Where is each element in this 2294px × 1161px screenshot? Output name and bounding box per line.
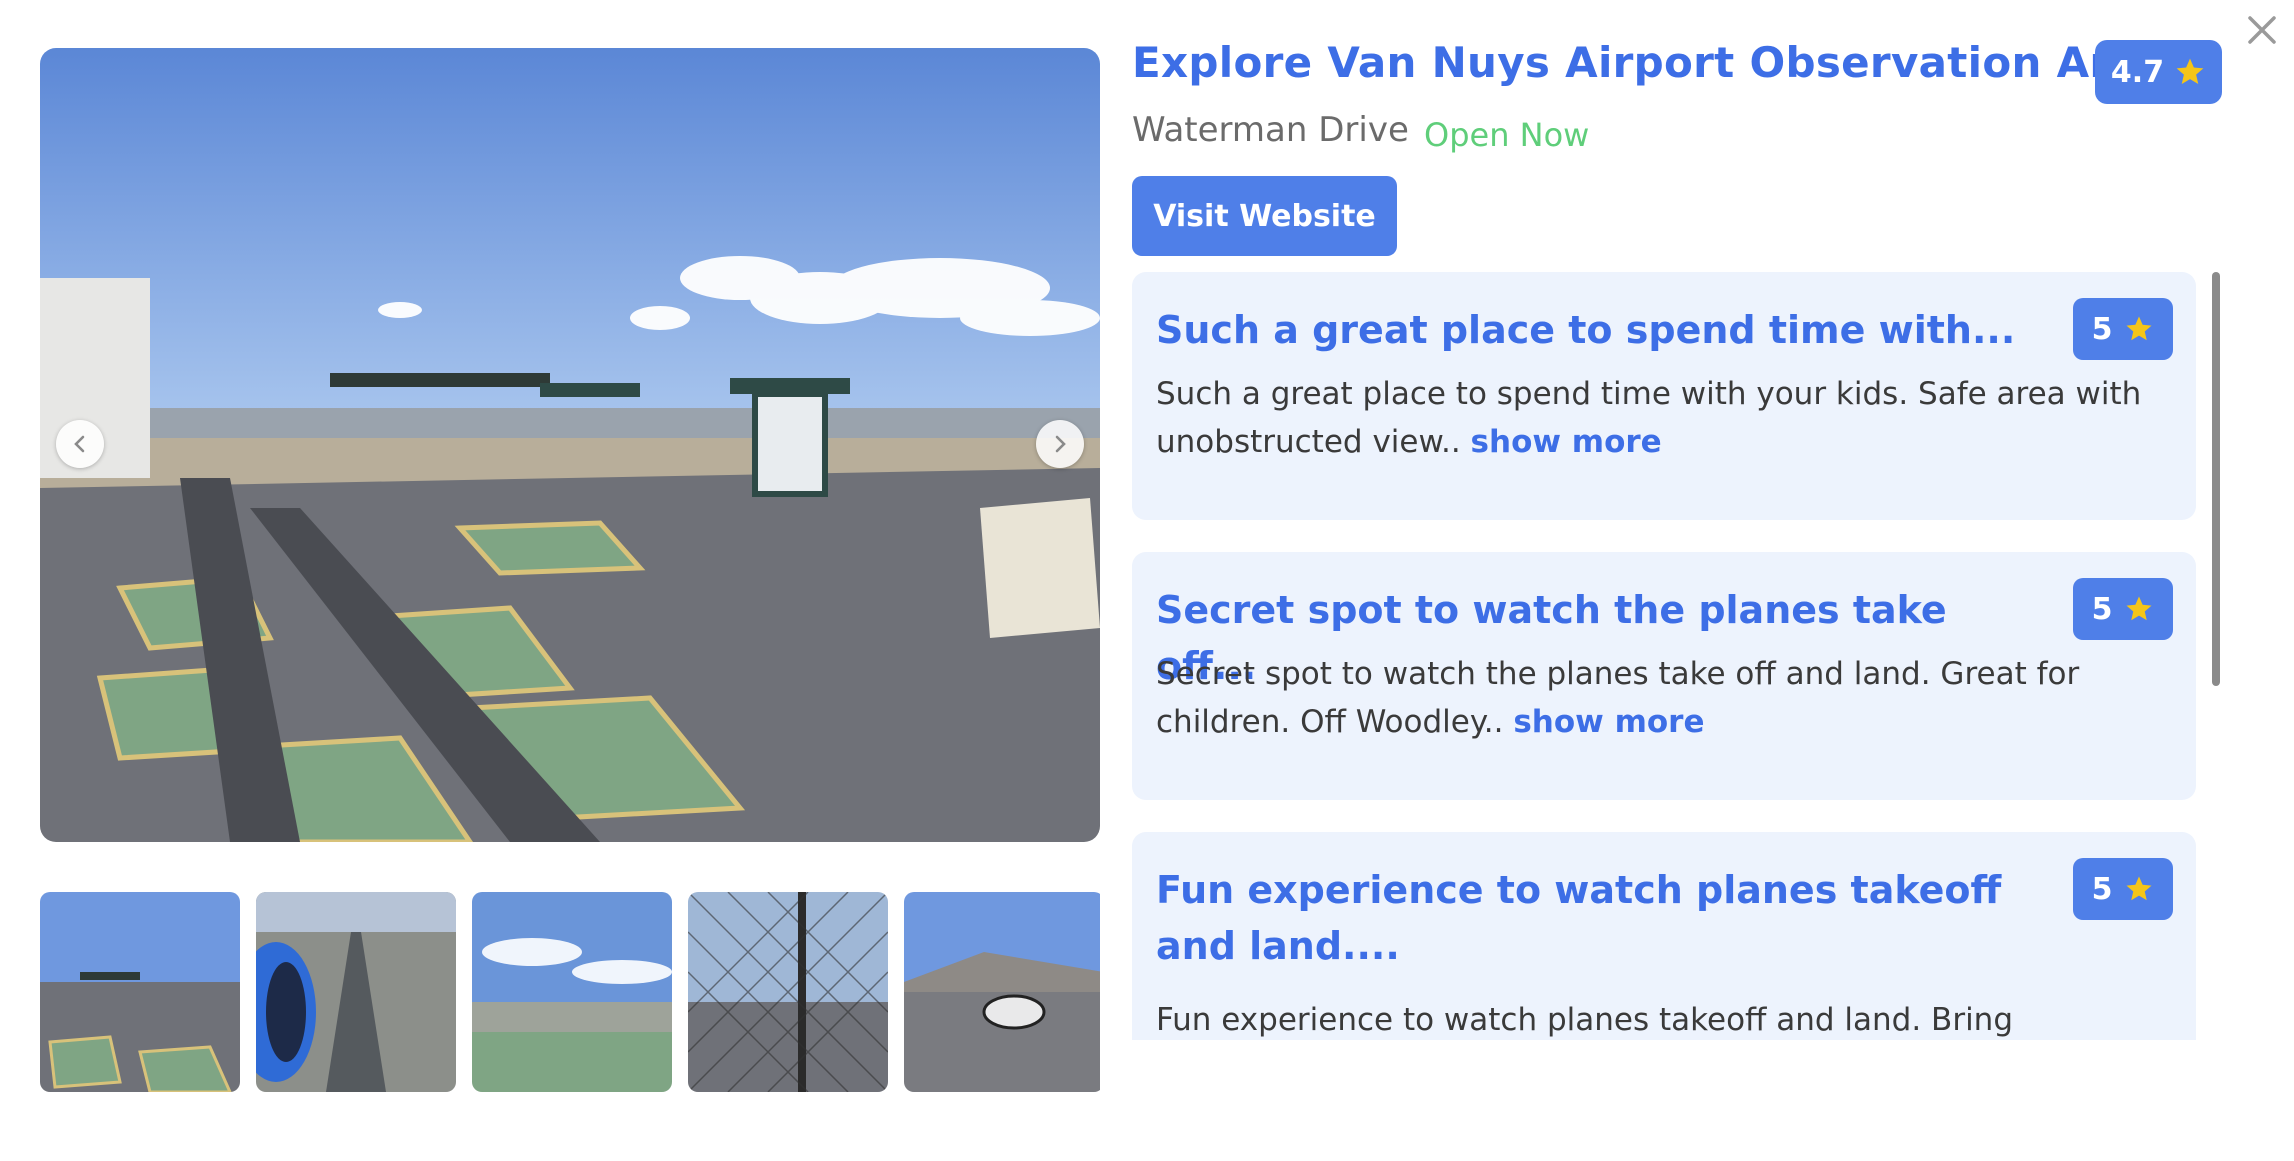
rating-value: 4.7 (2110, 54, 2165, 90)
thumbnail-2[interactable] (256, 892, 456, 1092)
review-card: Such a great place to spend time with...… (1132, 272, 2196, 520)
close-icon[interactable] (2244, 12, 2280, 48)
rating-badge: 4.7 (2095, 40, 2222, 104)
review-rating-badge: 5 (2073, 858, 2173, 920)
review-rating-badge: 5 (2073, 578, 2173, 640)
reviews-scrollbar[interactable] (2212, 272, 2220, 686)
visit-website-button[interactable]: Visit Website (1132, 176, 1397, 256)
review-card: Fun experience to watch planes takeoff a… (1132, 832, 2196, 1040)
thumbnail-3[interactable] (472, 892, 672, 1092)
main-photo (40, 48, 1100, 842)
place-detail-modal: Explore Van Nuys Airport Observation Are… (0, 0, 2294, 1161)
thumbnail-5[interactable] (904, 892, 1100, 1092)
show-more-link[interactable]: show more (1513, 704, 1704, 740)
thumbnail-strip (40, 892, 1100, 1092)
star-icon (2124, 594, 2154, 624)
open-status: Open Now (1424, 116, 1590, 154)
star-icon (2124, 314, 2154, 344)
thumbnail-1[interactable] (40, 892, 240, 1092)
star-icon (2124, 874, 2154, 904)
review-text: Secret spot to watch the planes take off… (1156, 650, 2166, 746)
chevron-right-icon (1055, 435, 1066, 453)
review-title: Such a great place to spend time with... (1156, 308, 2016, 352)
previous-photo-button[interactable] (56, 420, 104, 468)
address: Waterman Drive (1132, 110, 1409, 150)
show-more-link[interactable]: show more (1471, 424, 1662, 460)
next-photo-button[interactable] (1036, 420, 1084, 468)
review-text: Such a great place to spend time with yo… (1156, 370, 2166, 466)
star-icon (2174, 56, 2206, 88)
review-text: Fun experience to watch planes takeoff a… (1156, 996, 2166, 1040)
thumbnail-4[interactable] (688, 892, 888, 1092)
review-rating-value: 5 (2091, 311, 2113, 347)
review-rating-badge: 5 (2073, 298, 2173, 360)
review-rating-value: 5 (2091, 871, 2113, 907)
review-card: Secret spot to watch the planes take off… (1132, 552, 2196, 800)
page-title: Explore Van Nuys Airport Observation Are… (1132, 38, 2168, 87)
chevron-left-icon (74, 435, 85, 453)
review-body: Fun experience to watch planes takeoff a… (1156, 1002, 2014, 1038)
review-title: Fun experience to watch planes takeoff a… (1156, 868, 2002, 968)
reviews-list: Such a great place to spend time with...… (1132, 272, 2212, 1040)
review-rating-value: 5 (2091, 591, 2113, 627)
